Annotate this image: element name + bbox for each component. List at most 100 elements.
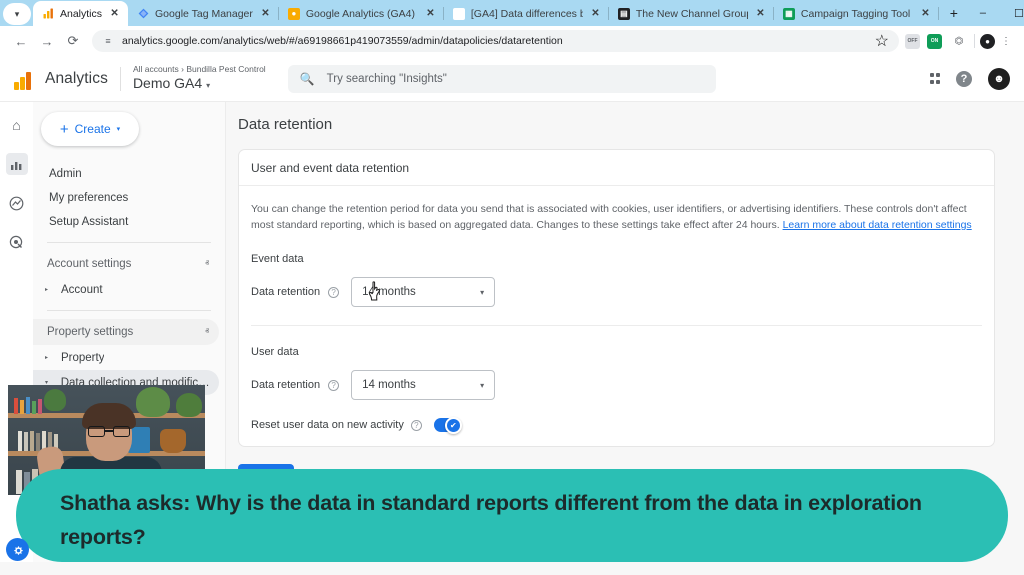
- sidebar-divider: [47, 310, 211, 311]
- address-bar[interactable]: ≡ analytics.google.com/analytics/web/#/a…: [92, 30, 899, 52]
- card-header: User and event data retention: [239, 150, 994, 186]
- data-retention-card: User and event data retention You can ch…: [238, 149, 995, 447]
- event-data-retention-select[interactable]: 14 months ▾: [351, 277, 496, 307]
- browser-tab-analytics[interactable]: Analytics ✕: [33, 1, 129, 26]
- window-controls: – ☐ ✕: [965, 0, 1024, 26]
- browser-tab-campaign-tagging[interactable]: ▦ Campaign Tagging Tool Te ✕: [774, 1, 939, 26]
- group-label: Account settings: [47, 258, 132, 270]
- settings-gear-icon[interactable]: [6, 538, 29, 561]
- page-title: Data retention: [238, 116, 333, 133]
- chevron-down-icon: ▾: [116, 126, 121, 133]
- extensions-puzzle-icon[interactable]: ⏣: [949, 31, 969, 51]
- reports-bar-chart-icon[interactable]: [5, 153, 28, 175]
- help-question-icon[interactable]: ?: [956, 70, 972, 87]
- user-data-section-title: User data: [251, 346, 299, 358]
- shelf-vase: [160, 429, 186, 453]
- three-dot-menu-icon[interactable]: ⋮: [996, 31, 1016, 51]
- learn-more-link[interactable]: Learn more about data retention settings: [783, 219, 972, 231]
- plant: [44, 389, 66, 411]
- event-data-section-title: Event data: [251, 253, 304, 265]
- new-tab-button[interactable]: +: [943, 2, 965, 24]
- sidebar-divider: [47, 242, 211, 243]
- header-divider: [119, 66, 121, 91]
- toggle-label: Reset user data on new activity: [251, 419, 404, 431]
- card-body: You can change the retention period for …: [239, 186, 994, 446]
- back-icon[interactable]: ←: [8, 28, 34, 54]
- sidebar-primary-list: Admin My preferences Setup Assistant: [33, 162, 225, 234]
- google-g-icon: G: [452, 7, 465, 20]
- browser-tab-channel-groups[interactable]: ▤ The New Channel Groups ✕: [609, 1, 774, 26]
- browser-tab-gtm[interactable]: Google Tag Manager ✕: [128, 1, 279, 26]
- browser-toolbar: ← → ⟳ ≡ analytics.google.com/analytics/w…: [0, 26, 1024, 56]
- close-icon[interactable]: ✕: [424, 7, 437, 20]
- help-question-icon[interactable]: ?: [410, 419, 422, 431]
- field-label: Data retention: [251, 379, 321, 391]
- tag-manager-icon: [137, 8, 149, 20]
- caption-banner: Shatha asks: Why is the data in standard…: [16, 469, 1008, 562]
- chevron-down-icon: ▾: [480, 287, 485, 297]
- explore-compass-icon[interactable]: [6, 192, 28, 214]
- breadcrumb: All accounts › Bundilla Pest Control: [132, 63, 266, 74]
- toolbar-divider: [974, 34, 975, 48]
- chevron-up-icon: ⱏ: [205, 259, 209, 268]
- create-button[interactable]: + Create ▾: [41, 112, 139, 146]
- maximize-button[interactable]: ☐: [1001, 0, 1024, 26]
- section-divider: [251, 325, 982, 326]
- reset-user-data-toggle[interactable]: ✔: [433, 416, 462, 434]
- sidebar-item-my-preferences[interactable]: My preferences: [33, 186, 217, 210]
- tune-icon[interactable]: ≡: [102, 35, 114, 47]
- toggle-knob-check-icon: ✔: [444, 416, 462, 434]
- chevron-down-icon: ▾: [206, 80, 211, 90]
- google-apps-grid-icon[interactable]: [929, 73, 940, 84]
- minimize-button[interactable]: –: [965, 0, 1001, 26]
- sidebar-item-setup-assistant[interactable]: Setup Assistant: [33, 210, 217, 234]
- reload-icon[interactable]: ⟳: [60, 28, 86, 54]
- sidebar-item-label: Property: [61, 351, 105, 364]
- forward-icon[interactable]: →: [34, 28, 60, 54]
- profile-avatar[interactable]: ●: [980, 33, 995, 49]
- user-data-retention-select[interactable]: 14 months ▾: [351, 370, 496, 400]
- sidebar-item-admin[interactable]: Admin: [33, 162, 217, 186]
- advertising-target-icon[interactable]: [6, 231, 28, 253]
- search-icon: 🔍: [299, 71, 315, 86]
- browser-tab-data-differences[interactable]: G [GA4] Data differences bet ✕: [444, 1, 609, 26]
- help-question-icon[interactable]: ?: [328, 379, 340, 391]
- presenter-glasses: [88, 426, 130, 437]
- close-icon[interactable]: ✕: [919, 7, 932, 20]
- user-data-retention-row: Data retention ? 14 months ▾: [251, 370, 982, 400]
- sidebar-item-property[interactable]: ▸ Property: [33, 345, 219, 370]
- close-icon[interactable]: ✕: [589, 7, 602, 20]
- analytics-bars-icon: [42, 8, 54, 20]
- select-value: 14 months: [362, 379, 416, 391]
- sidebar-group-property-settings[interactable]: Property settings ⱏ: [33, 319, 219, 345]
- home-icon[interactable]: ⌂: [6, 114, 28, 136]
- property-name: Demo GA4 ▾: [133, 75, 266, 94]
- product-name: Analytics: [45, 69, 108, 87]
- triangle-right-icon: ▸: [45, 287, 49, 293]
- star-icon[interactable]: ☆: [875, 31, 889, 51]
- analytics-header: Analytics All accounts › Bundilla Pest C…: [0, 56, 1024, 102]
- close-icon[interactable]: ✕: [108, 7, 121, 20]
- tab-label: The New Channel Groups: [635, 7, 748, 20]
- close-icon[interactable]: ✕: [754, 7, 767, 20]
- plant: [176, 393, 202, 417]
- tab-search-chevron-icon[interactable]: ▾: [3, 3, 31, 25]
- field-label: Data retention: [251, 286, 321, 298]
- property-selector[interactable]: All accounts › Bundilla Pest Control Dem…: [133, 64, 266, 94]
- sheets-icon: ▦: [782, 7, 795, 20]
- extension-on-badge[interactable]: ON: [927, 33, 942, 49]
- close-icon[interactable]: ✕: [259, 7, 272, 20]
- extension-off-badge[interactable]: OFF: [905, 33, 920, 49]
- plus-icon: +: [59, 120, 69, 138]
- create-label: Create: [74, 122, 111, 136]
- dark-square-icon: ▤: [617, 7, 630, 20]
- user-avatar[interactable]: ☻: [988, 67, 1010, 90]
- search-input[interactable]: 🔍 Try searching "Insights": [287, 64, 716, 93]
- help-question-icon[interactable]: ?: [328, 286, 340, 298]
- sidebar-item-account[interactable]: ▸ Account: [33, 277, 219, 302]
- sidebar-group-account-settings[interactable]: Account settings ⱏ: [33, 251, 219, 277]
- select-value: 14 months: [362, 286, 416, 298]
- toolbar-right: OFF ON ⏣ ● ⋮: [905, 31, 1016, 51]
- browser-window: ▾ Analytics ✕ Google Tag Manager ✕ ● Goo…: [0, 0, 1024, 575]
- browser-tab-ga4[interactable]: ● Google Analytics (GA4) - D ✕: [279, 1, 444, 26]
